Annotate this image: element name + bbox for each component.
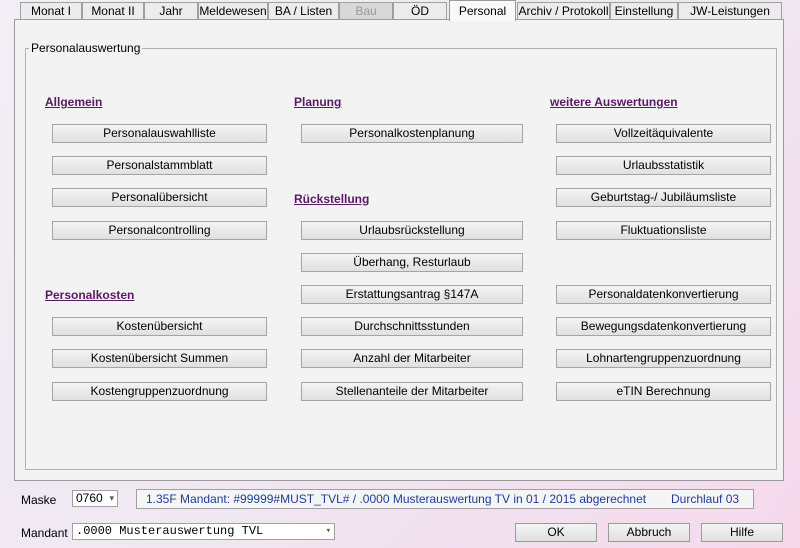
mandant-value: .0000 Musterauswertung TVL — [76, 524, 264, 538]
heading-personalkosten[interactable]: Personalkosten — [45, 288, 134, 302]
durchschnittsstunden-button[interactable]: Durchschnittsstunden — [301, 317, 523, 336]
maske-label: Maske — [21, 493, 57, 507]
tab-monat-2[interactable]: Monat II — [82, 2, 144, 19]
personalcontrolling-button[interactable]: Personalcontrolling — [52, 221, 267, 240]
kostengruppenzuordnung-button[interactable]: Kostengruppenzuordnung — [52, 382, 267, 401]
ueberhang-resturlaub-button[interactable]: Überhang, Resturlaub — [301, 253, 523, 272]
mandant-select[interactable]: .0000 Musterauswertung TVL ▾ — [72, 523, 335, 540]
durchlauf-text: Durchlauf 03 — [671, 492, 740, 506]
personaluebersicht-button[interactable]: Personalübersicht — [52, 188, 267, 207]
tab-jw-leistungen[interactable]: JW-Leistungen — [678, 2, 782, 19]
maske-select[interactable]: 0760 ▾ — [72, 490, 118, 507]
tab-oed[interactable]: ÖD — [393, 2, 447, 19]
vollzeitaequivalente-button[interactable]: Vollzeitäquivalente — [556, 124, 771, 143]
tab-monat-1[interactable]: Monat I — [20, 2, 82, 19]
urlaubsstatistik-button[interactable]: Urlaubsstatistik — [556, 156, 771, 175]
tab-meldewesen[interactable]: Meldewesen — [198, 2, 268, 19]
bewegungsdatenkonvertierung-button[interactable]: Bewegungsdatenkonvertierung — [556, 317, 771, 336]
maske-value: 0760 — [76, 491, 103, 505]
erstattungsantrag-button[interactable]: Erstattungsantrag §147A — [301, 285, 523, 304]
chevron-down-icon: ▾ — [325, 526, 331, 536]
tab-einstellung[interactable]: Einstellung — [610, 2, 678, 19]
personalauswertung-group: Personalauswertung Allgemein Personalaus… — [25, 41, 777, 470]
status-bar: 1.35F Mandant: #99999#MUST_TVL# / .0000 … — [136, 489, 754, 509]
tab-bau[interactable]: Bau — [339, 2, 393, 19]
heading-rueckstellung[interactable]: Rückstellung — [294, 192, 369, 206]
personalstammblatt-button[interactable]: Personalstammblatt — [52, 156, 267, 175]
heading-planung[interactable]: Planung — [294, 95, 341, 109]
group-title: Personalauswertung — [29, 41, 143, 55]
ok-button[interactable]: OK — [515, 523, 597, 542]
hilfe-button[interactable]: Hilfe — [701, 523, 783, 542]
fluktuationsliste-button[interactable]: Fluktuationsliste — [556, 221, 771, 240]
tab-panel-personal: Personalauswertung Allgemein Personalaus… — [14, 19, 784, 481]
stellenanteile-button[interactable]: Stellenanteile der Mitarbeiter — [301, 382, 523, 401]
chevron-down-icon: ▾ — [109, 493, 114, 503]
heading-weitere-auswertungen[interactable]: weitere Auswertungen — [550, 95, 678, 109]
mandant-label: Mandant — [21, 526, 68, 540]
abbruch-button[interactable]: Abbruch — [608, 523, 690, 542]
tab-personal[interactable]: Personal — [449, 0, 516, 21]
etin-berechnung-button[interactable]: eTIN Berechnung — [556, 382, 771, 401]
personaldatenkonvertierung-button[interactable]: Personaldatenkonvertierung — [556, 285, 771, 304]
urlaubsrueckstellung-button[interactable]: Urlaubsrückstellung — [301, 221, 523, 240]
tab-ba-listen[interactable]: BA / Listen — [268, 2, 339, 19]
geburtstag-jubilaeumsliste-button[interactable]: Geburtstag-/ Jubiläumsliste — [556, 188, 771, 207]
heading-allgemein[interactable]: Allgemein — [45, 95, 102, 109]
tab-archiv-protokoll[interactable]: Archiv / Protokoll — [517, 2, 610, 19]
kostenuebersicht-summen-button[interactable]: Kostenübersicht Summen — [52, 349, 267, 368]
lohnartengruppenzuordnung-button[interactable]: Lohnartengruppenzuordnung — [556, 349, 771, 368]
personalauswahlliste-button[interactable]: Personalauswahlliste — [52, 124, 267, 143]
status-text: 1.35F Mandant: #99999#MUST_TVL# / .0000 … — [146, 492, 647, 506]
personalkostenplanung-button[interactable]: Personalkostenplanung — [301, 124, 523, 143]
kostenuebersicht-button[interactable]: Kostenübersicht — [52, 317, 267, 336]
anzahl-mitarbeiter-button[interactable]: Anzahl der Mitarbeiter — [301, 349, 523, 368]
tab-jahr[interactable]: Jahr — [144, 2, 198, 19]
